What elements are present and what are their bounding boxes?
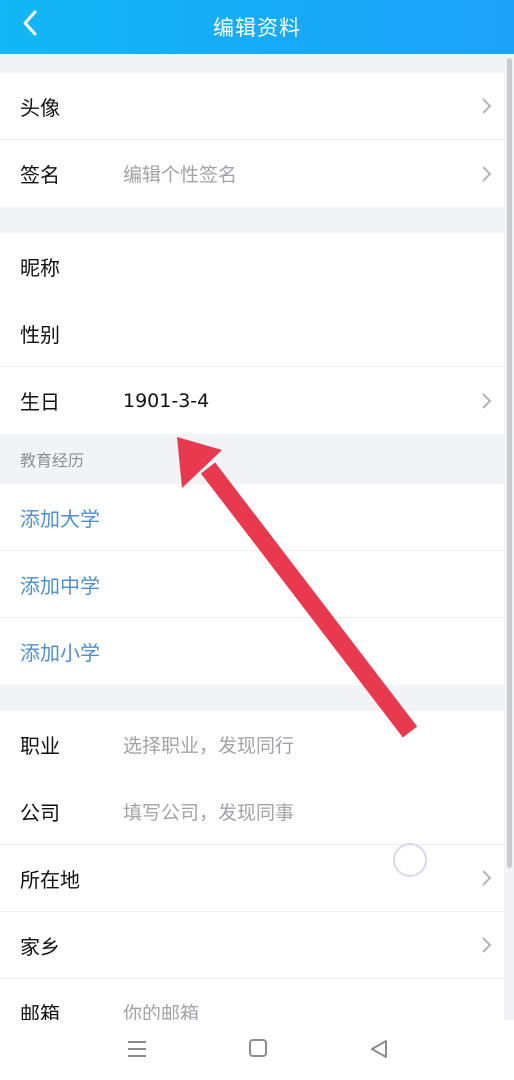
- work-group: 职业 选择职业，发现同行 公司 填写公司，发现同事 所在地 家乡 邮箱 你的邮箱: [0, 711, 504, 1046]
- chevron-right-icon: [482, 392, 492, 409]
- education-section-title: 教育经历: [0, 434, 504, 484]
- chevron-right-icon: [482, 937, 492, 953]
- job-label: 职业: [20, 734, 60, 758]
- signature-label: 签名: [20, 163, 60, 187]
- add-middle-school-row[interactable]: 添加中学: [0, 551, 504, 618]
- company-placeholder: 填写公司，发现同事: [123, 801, 295, 824]
- avatar-label: 头像: [20, 95, 60, 120]
- company-label: 公司: [20, 800, 60, 825]
- location-label: 所在地: [20, 867, 80, 892]
- chevron-right-icon: [482, 870, 492, 886]
- add-middle-school-link[interactable]: 添加中学: [20, 570, 100, 599]
- nickname-row[interactable]: 昵称: [0, 233, 504, 300]
- basic-group: 头像 签名 编辑个性签名: [0, 73, 504, 207]
- scrollbar[interactable]: [507, 58, 512, 868]
- system-nav-bar: [0, 1020, 514, 1080]
- add-university-link[interactable]: 添加大学: [20, 503, 100, 532]
- company-row[interactable]: 公司 填写公司，发现同事: [0, 778, 504, 845]
- add-primary-school-row[interactable]: 添加小学: [0, 618, 504, 685]
- floating-assist-button[interactable]: [393, 843, 427, 877]
- group-divider: [0, 685, 504, 711]
- app-header: 编辑资料: [0, 0, 514, 54]
- location-row[interactable]: 所在地: [0, 845, 504, 912]
- chevron-left-icon: [23, 10, 37, 36]
- back-triangle-icon[interactable]: [366, 1038, 392, 1060]
- group-divider: [0, 54, 504, 73]
- menu-icon[interactable]: [124, 1038, 150, 1060]
- signature-row[interactable]: 签名 编辑个性签名: [0, 140, 504, 207]
- hometown-label: 家乡: [20, 934, 60, 959]
- signature-placeholder: 编辑个性签名: [123, 164, 238, 186]
- gender-row[interactable]: 性别: [0, 300, 504, 367]
- chevron-right-icon: [482, 98, 492, 114]
- add-primary-school-link[interactable]: 添加小学: [20, 637, 100, 666]
- education-group: 添加大学 添加中学 添加小学: [0, 484, 504, 685]
- birthday-row[interactable]: 生日 1901-3-4: [0, 367, 504, 434]
- personal-group: 昵称 性别 生日 1901-3-4: [0, 233, 504, 434]
- group-divider: [0, 207, 504, 233]
- gender-label: 性别: [20, 322, 60, 347]
- back-button[interactable]: [14, 7, 46, 39]
- job-row[interactable]: 职业 选择职业，发现同行: [0, 711, 504, 778]
- chevron-right-icon: [482, 165, 492, 182]
- home-square-icon[interactable]: [245, 1038, 271, 1060]
- job-placeholder: 选择职业，发现同行: [123, 735, 295, 757]
- profile-form: 头像 签名 编辑个性签名 昵称 性别 生日 1901-3-4 教育经历 添加大学…: [0, 54, 504, 1046]
- birthday-value: 1901-3-4: [123, 389, 210, 412]
- add-university-row[interactable]: 添加大学: [0, 484, 504, 551]
- avatar-row[interactable]: 头像: [0, 73, 504, 140]
- nickname-label: 昵称: [20, 256, 60, 280]
- page-title: 编辑资料: [213, 16, 301, 40]
- birthday-label: 生日: [20, 390, 60, 414]
- hometown-row[interactable]: 家乡: [0, 912, 504, 979]
